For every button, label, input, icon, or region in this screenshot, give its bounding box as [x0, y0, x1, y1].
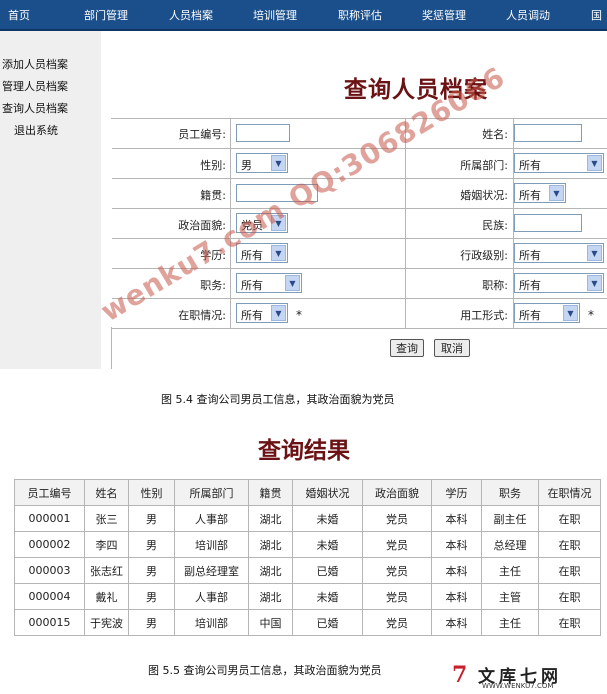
dept-label: 所属部门:: [460, 159, 508, 172]
status-select[interactable]: 所有 ▼: [236, 303, 288, 323]
sidebar: 添加人员档案 管理人员档案 查询人员档案 退出系统: [0, 31, 101, 369]
col-education: 学历: [431, 479, 482, 506]
cancel-button[interactable]: 取消: [434, 339, 470, 357]
marital-label: 婚姻状况:: [460, 189, 508, 202]
col-gender: 性别: [128, 479, 175, 506]
required-star: *: [588, 308, 594, 322]
chevron-down-icon[interactable]: ▼: [271, 305, 286, 321]
marital-select[interactable]: 所有 ▼: [514, 183, 566, 203]
sidebar-item-query[interactable]: 查询人员档案: [2, 100, 68, 116]
nav-transfer[interactable]: 人员调动: [506, 7, 550, 23]
ethnic-label: 民族:: [482, 219, 508, 232]
native-label: 籍贯:: [200, 189, 226, 202]
sidebar-item-logout[interactable]: 退出系统: [14, 122, 58, 138]
table-row: 000001 张三 男人事部 湖北 未婚 党员 本科 副主任 在职: [14, 505, 601, 532]
chevron-down-icon[interactable]: ▼: [587, 155, 602, 171]
nav-training[interactable]: 培训管理: [253, 7, 297, 23]
table-row: 000002 李四 男培训部 湖北 未婚 党员 本科 总经理 在职: [14, 531, 601, 558]
name-input[interactable]: [514, 124, 582, 142]
form-buttons: 查询 取消: [111, 327, 607, 369]
table-row: 000004 戴礼 男人事部 湖北 未婚 党员 本科 主管 在职: [14, 583, 601, 610]
site-logo: 7 文库七网 WWW.WENKU7.COM: [452, 660, 602, 690]
emp-id-label: 员工编号:: [178, 128, 226, 141]
logo-url: WWW.WENKU7.COM: [482, 682, 554, 690]
results-title: 查询结果: [258, 437, 350, 464]
table-row: 000003 张志红 男副总经理室 湖北 已婚 党员 本科 主任 在职: [14, 557, 601, 584]
col-native: 籍贯: [248, 479, 293, 506]
emp-id-input[interactable]: [236, 124, 290, 142]
chevron-down-icon[interactable]: ▼: [549, 185, 564, 201]
col-status: 在职情况: [538, 479, 601, 506]
figure-caption-1: 图 5.4 查询公司男员工信息，其政治面貌为党员: [161, 393, 395, 406]
gender-select[interactable]: 男 ▼: [236, 153, 288, 173]
position-select[interactable]: 所有 ▼: [236, 273, 302, 293]
required-star: *: [296, 308, 302, 322]
employ-type-select[interactable]: 所有 ▼: [514, 303, 580, 323]
logo-mark: 7: [452, 662, 468, 688]
chevron-down-icon[interactable]: ▼: [587, 275, 602, 291]
gender-label: 性别:: [200, 159, 226, 172]
ethnic-input[interactable]: [514, 214, 582, 232]
chevron-down-icon[interactable]: ▼: [271, 245, 286, 261]
nav-dept[interactable]: 部门管理: [84, 7, 128, 23]
col-emp-id: 员工编号: [14, 479, 85, 506]
col-dept: 所属部门: [174, 479, 249, 506]
chevron-down-icon[interactable]: ▼: [563, 305, 578, 321]
status-label: 在职情况:: [178, 309, 226, 322]
chevron-down-icon[interactable]: ▼: [587, 245, 602, 261]
query-form: 员工编号: 姓名: 性别: 男 ▼ 所属部门: 所有 ▼ 籍贯: 婚姻状况: 所有 ▼…: [111, 118, 607, 329]
nav-staff-archive[interactable]: 人员档案: [169, 7, 213, 23]
title-rank-select[interactable]: 所有 ▼: [514, 273, 604, 293]
nav-home[interactable]: 首页: [8, 7, 30, 23]
admin-level-label: 行政级别:: [460, 249, 508, 262]
col-marital: 婚姻状况: [292, 479, 363, 506]
query-button[interactable]: 查询: [390, 339, 424, 357]
table-header-row: 员工编号 姓名 性别 所属部门 籍贯 婚姻状况 政治面貌 学历 职务 在职情况: [14, 479, 601, 506]
table-row: 000015 于宪波 男培训部 中国 已婚 党员 本科 主任 在职: [14, 609, 601, 636]
col-political: 政治面貌: [362, 479, 432, 506]
nav-title-eval[interactable]: 职称评估: [338, 7, 382, 23]
figure-caption-2: 图 5.5 查询公司男员工信息，其政治面貌为党员: [148, 664, 382, 677]
sidebar-item-add[interactable]: 添加人员档案: [2, 56, 68, 72]
nav-more[interactable]: 国: [591, 7, 602, 23]
chevron-down-icon[interactable]: ▼: [271, 155, 286, 171]
sidebar-item-manage[interactable]: 管理人员档案: [2, 78, 68, 94]
title-rank-label: 职称:: [482, 279, 508, 292]
chevron-down-icon[interactable]: ▼: [285, 275, 300, 291]
nav-reward[interactable]: 奖惩管理: [422, 7, 466, 23]
dept-select[interactable]: 所有 ▼: [514, 153, 604, 173]
admin-level-select[interactable]: 所有 ▼: [514, 243, 604, 263]
col-name: 姓名: [84, 479, 129, 506]
col-position: 职务: [481, 479, 539, 506]
results-table: 员工编号 姓名 性别 所属部门 籍贯 婚姻状况 政治面貌 学历 职务 在职情况 …: [14, 479, 601, 636]
employ-type-label: 用工形式:: [460, 309, 508, 322]
top-nav: 首页 部门管理 人员档案 培训管理 职称评估 奖惩管理 人员调动 国: [0, 0, 607, 31]
